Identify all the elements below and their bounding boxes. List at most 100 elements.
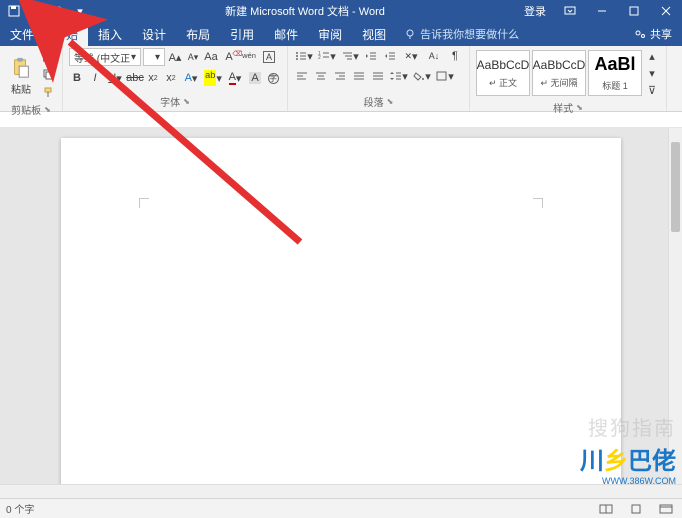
styles-row-up[interactable]: ▴ — [644, 48, 660, 64]
tab-view[interactable]: 视图 — [352, 22, 396, 46]
copy-icon — [42, 68, 54, 80]
subscript-button[interactable]: x2 — [145, 70, 161, 86]
view-web-layout[interactable] — [656, 502, 676, 516]
align-distributed-button[interactable] — [370, 68, 386, 84]
char-border-button[interactable]: A — [261, 49, 277, 65]
login-link[interactable]: 登录 — [516, 3, 554, 19]
qat-customize-button[interactable]: ▾ — [70, 2, 90, 20]
change-case-button[interactable]: Aa — [203, 49, 219, 65]
font-name-combo[interactable]: 等线 (中文正▾ — [69, 48, 141, 66]
align-justify-button[interactable] — [351, 68, 367, 84]
bold-button[interactable]: B — [69, 70, 85, 86]
border-icon — [436, 71, 448, 81]
scrollbar-thumb[interactable] — [671, 142, 680, 232]
styles-more[interactable]: ⊽ — [644, 82, 660, 98]
view-read-mode[interactable] — [596, 502, 616, 516]
borders-button[interactable]: ▾ — [435, 68, 455, 84]
redo-button[interactable] — [48, 2, 68, 20]
word-count[interactable]: 0 个字 — [6, 501, 34, 516]
paragraph-label: 段落 — [364, 94, 384, 109]
format-painter-button[interactable] — [40, 84, 56, 100]
align-center-icon — [315, 71, 327, 81]
numbering-button[interactable]: 12▾ — [317, 48, 337, 64]
underline-button[interactable]: U ▾ — [105, 70, 125, 86]
document-title: 新建 Microsoft Word 文档 - Word — [94, 3, 516, 19]
increase-indent-button[interactable] — [382, 48, 398, 64]
maximize-button[interactable] — [618, 0, 650, 22]
style-no-spacing[interactable]: AaBbCcD ↵ 无间隔 — [532, 50, 586, 96]
view-print-layout[interactable] — [626, 502, 646, 516]
style-normal-label: ↵ 正文 — [489, 76, 517, 89]
styles-label: 样式 — [553, 100, 573, 115]
font-color-button[interactable]: A▾ — [225, 70, 245, 86]
paragraph-launcher[interactable]: ⬊ — [387, 97, 394, 106]
ribbon-tabs: 文件 开始 插入 设计 布局 引用 邮件 审阅 视图 告诉我你想要做什么 共享 — [0, 22, 682, 46]
line-spacing-button[interactable]: ▾ — [389, 68, 409, 84]
cut-button[interactable] — [40, 48, 56, 64]
asian-layout-button[interactable]: ✕▾ — [401, 48, 421, 64]
clear-formatting-button[interactable]: A⌫ — [221, 49, 237, 65]
minimize-button[interactable] — [586, 0, 618, 22]
font-launcher[interactable]: ⬊ — [183, 97, 190, 106]
multilevel-icon — [341, 51, 353, 61]
indent-icon — [384, 51, 396, 61]
highlight-button[interactable]: ab▾ — [203, 70, 223, 86]
group-clipboard: 粘贴 剪贴板⬊ — [0, 46, 63, 111]
tab-home[interactable]: 开始 — [44, 22, 88, 46]
tab-design[interactable]: 设计 — [132, 22, 176, 46]
tab-layout[interactable]: 布局 — [176, 22, 220, 46]
tab-insert[interactable]: 插入 — [88, 22, 132, 46]
statusbar: 0 个字 — [0, 498, 682, 518]
copy-button[interactable] — [40, 66, 56, 82]
styles-row-down[interactable]: ▾ — [644, 65, 660, 81]
svg-text:2: 2 — [318, 55, 321, 61]
quick-access-toolbar: ▾ — [0, 2, 94, 20]
close-button[interactable] — [650, 0, 682, 22]
strike-button[interactable]: abc — [127, 70, 143, 86]
show-marks-button[interactable]: ¶ — [447, 48, 463, 64]
tab-review[interactable]: 审阅 — [308, 22, 352, 46]
margin-corner-top-left — [139, 198, 149, 208]
ribbon-options-button[interactable] — [554, 0, 586, 22]
grow-font-button[interactable]: A▴ — [167, 49, 183, 65]
line-spacing-icon — [390, 71, 402, 81]
enclose-char-button[interactable]: 字 — [265, 70, 281, 86]
share-button[interactable]: 共享 — [624, 22, 682, 46]
tell-me-search[interactable]: 告诉我你想要做什么 — [396, 22, 527, 46]
vertical-scrollbar[interactable] — [668, 128, 682, 484]
font-size-combo[interactable]: ▾ — [143, 48, 165, 66]
shading-button[interactable]: ▾ — [412, 68, 432, 84]
italic-button[interactable]: I — [87, 70, 103, 86]
paste-button[interactable]: 粘贴 — [6, 53, 36, 96]
style-heading1[interactable]: AaBl 标题 1 — [588, 50, 642, 96]
tab-file[interactable]: 文件 — [0, 22, 44, 46]
undo-button[interactable] — [26, 2, 46, 20]
titlebar: ▾ 新建 Microsoft Word 文档 - Word 登录 — [0, 0, 682, 22]
tab-references[interactable]: 引用 — [220, 22, 264, 46]
align-justify-icon — [353, 71, 365, 81]
sort-button[interactable]: A↓ — [424, 48, 444, 64]
horizontal-scrollbar[interactable] — [0, 484, 682, 498]
brush-icon — [42, 86, 54, 98]
save-button[interactable] — [4, 2, 24, 20]
align-right-button[interactable] — [332, 68, 348, 84]
page[interactable] — [61, 138, 621, 484]
lightbulb-icon — [404, 28, 416, 40]
superscript-button[interactable]: x2 — [163, 70, 179, 86]
style-normal[interactable]: AaBbCcD ↵ 正文 — [476, 50, 530, 96]
char-shading-button[interactable]: A — [247, 70, 263, 86]
shrink-font-button[interactable]: A▾ — [185, 49, 201, 65]
window-controls — [554, 0, 682, 22]
bucket-icon — [413, 71, 425, 81]
text-effects-button[interactable]: A▾ — [181, 70, 201, 86]
tab-mailings[interactable]: 邮件 — [264, 22, 308, 46]
share-icon — [634, 28, 646, 40]
multilevel-list-button[interactable]: ▾ — [340, 48, 360, 64]
cut-icon — [42, 50, 54, 62]
align-left-button[interactable] — [294, 68, 310, 84]
styles-launcher[interactable]: ⬊ — [576, 103, 583, 112]
align-center-button[interactable] — [313, 68, 329, 84]
decrease-indent-button[interactable] — [363, 48, 379, 64]
clipboard-launcher[interactable]: ⬊ — [44, 105, 51, 114]
bullets-button[interactable]: ▾ — [294, 48, 314, 64]
